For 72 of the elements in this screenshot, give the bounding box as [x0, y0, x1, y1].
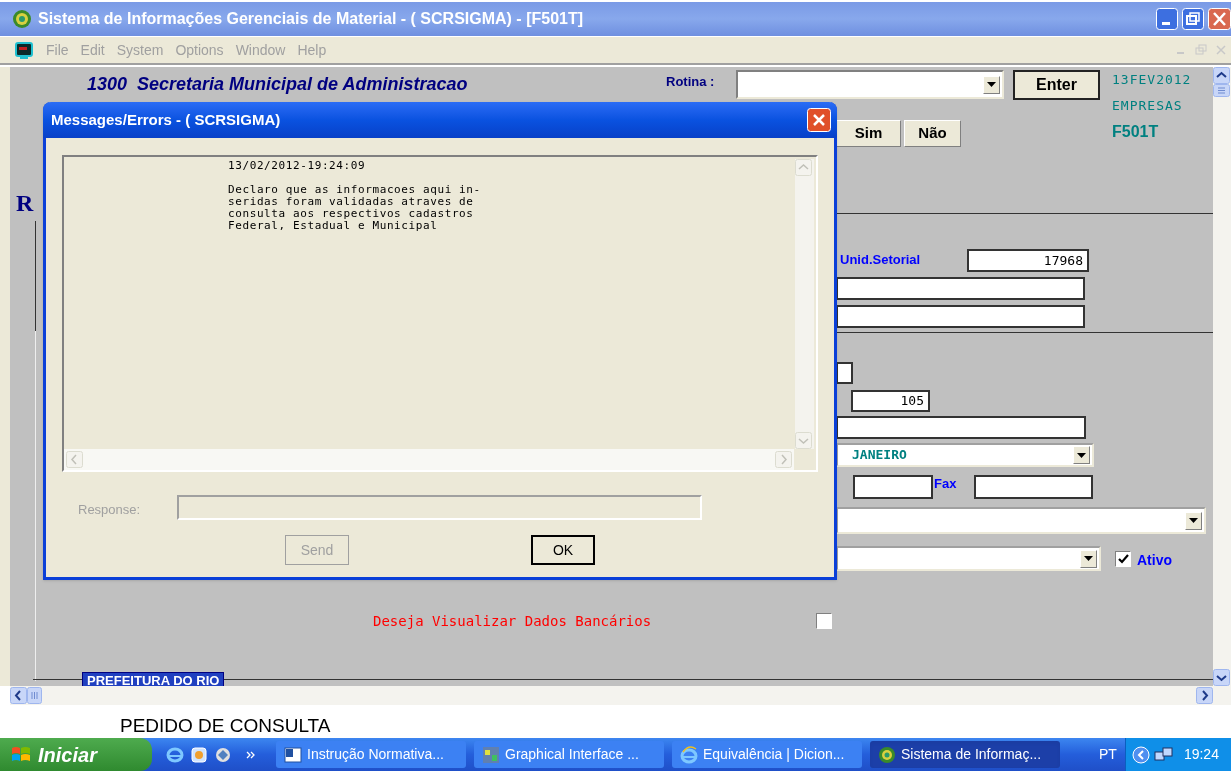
field-label: Response: — [78, 501, 141, 519]
app-menu-icon[interactable] — [14, 40, 34, 60]
restore-icon[interactable] — [1182, 8, 1204, 30]
organization-title: 1300 Secretaria Municipal de Administracao — [87, 73, 468, 96]
taskbar-button[interactable]: Sistema de Informaç... — [870, 741, 1060, 768]
dropdown-field[interactable] — [836, 546, 1101, 571]
module-label: EMPRESAS — [1112, 97, 1183, 115]
bank-data-label: Deseja Visualizar Dados Bancários — [373, 612, 652, 631]
dropdown-field[interactable] — [836, 507, 1206, 534]
message-line: consulta aos respectivos cadastros — [228, 208, 475, 220]
window-title: Sistema de Informações Gerenciais de Material - ( SCRSIGMA) - [F501T] — [38, 9, 584, 29]
document-icon — [284, 745, 302, 764]
rotina-combo[interactable] — [736, 70, 1004, 99]
text-field[interactable] — [836, 416, 1086, 439]
section-heading: R — [16, 189, 34, 218]
ok-button[interactable]: OK — [531, 535, 595, 565]
message-line: Declaro que as informacoes aqui in- — [228, 184, 481, 196]
chevron-left-icon[interactable] — [1131, 745, 1150, 764]
field-label: Fax — [934, 475, 957, 493]
message-line: seridas foram validadas atraves de — [228, 196, 475, 208]
field-label: Rotina : — [666, 73, 715, 91]
form-code: F501T — [1112, 122, 1159, 142]
nao-button[interactable]: Não — [904, 120, 961, 147]
menu-item[interactable]: Options — [169, 39, 230, 61]
app-icon[interactable] — [190, 745, 208, 764]
browser-icon — [680, 745, 698, 764]
field-label: Unid.Setorial — [840, 251, 921, 269]
unid-setorial-field[interactable]: 17968 — [967, 249, 1089, 272]
banner-label: PREFEITURA DO RIO — [82, 672, 225, 686]
menu-item[interactable]: System — [110, 39, 170, 61]
text-field[interactable] — [836, 277, 1085, 300]
city-combo[interactable]: JANEIRO — [836, 443, 1094, 467]
app-icon[interactable] — [214, 745, 232, 764]
clock: 19:24 — [1183, 745, 1219, 764]
picture-icon — [482, 745, 500, 764]
app-icon — [878, 745, 896, 764]
date-label: 13FEV2012 — [1112, 71, 1192, 89]
enter-button[interactable]: Enter — [1013, 70, 1100, 100]
taskbar-button[interactable]: Graphical Interface ... — [474, 741, 664, 768]
network-icon[interactable] — [1153, 745, 1174, 764]
language-indicator[interactable]: PT — [1099, 744, 1117, 765]
dialog-title: Messages/Errors - ( SCRSIGMA) — [51, 109, 281, 130]
scroll-right-icon[interactable] — [1196, 687, 1213, 704]
scroll-left-icon[interactable] — [10, 687, 27, 704]
horizontal-scrollbar[interactable] — [10, 686, 1231, 705]
menu-item[interactable]: Edit — [74, 39, 111, 61]
fax-field[interactable] — [974, 475, 1093, 499]
menu-item[interactable]: Window — [229, 39, 292, 61]
message-line: Federal, Estadual e Municipal — [228, 220, 439, 232]
sim-button[interactable]: Sim — [836, 120, 901, 147]
app-icon — [12, 9, 32, 29]
status-text: PEDIDO DE CONSULTA — [120, 714, 331, 738]
minimize-icon[interactable] — [1156, 8, 1178, 30]
phone-field[interactable] — [853, 475, 933, 499]
scroll-down-icon[interactable] — [1213, 669, 1231, 686]
checkbox[interactable] — [1115, 551, 1131, 567]
text-field[interactable] — [836, 305, 1085, 328]
menu-item[interactable]: Help — [291, 39, 333, 61]
browser-icon[interactable] — [166, 745, 184, 764]
checkbox-label: Ativo — [1137, 551, 1172, 570]
scroll-thumb-icon[interactable] — [1213, 84, 1231, 97]
taskbar-button[interactable]: Equivalência | Dicion... — [672, 741, 862, 768]
taskbar-button[interactable]: Instrução Normativa... — [276, 741, 466, 768]
message-timestamp: 13/02/2012-19:24:09 — [228, 160, 367, 172]
scroll-up-icon[interactable] — [1213, 67, 1231, 84]
menu-item[interactable]: File — [40, 39, 75, 61]
vertical-scrollbar[interactable] — [1213, 67, 1231, 686]
scroll-thumb-icon[interactable] — [27, 687, 42, 704]
chevron-icon[interactable] — [246, 749, 256, 760]
start-button[interactable]: Iniciar — [0, 738, 152, 771]
checkbox[interactable] — [816, 613, 832, 629]
number-field[interactable]: 105 — [851, 390, 930, 412]
